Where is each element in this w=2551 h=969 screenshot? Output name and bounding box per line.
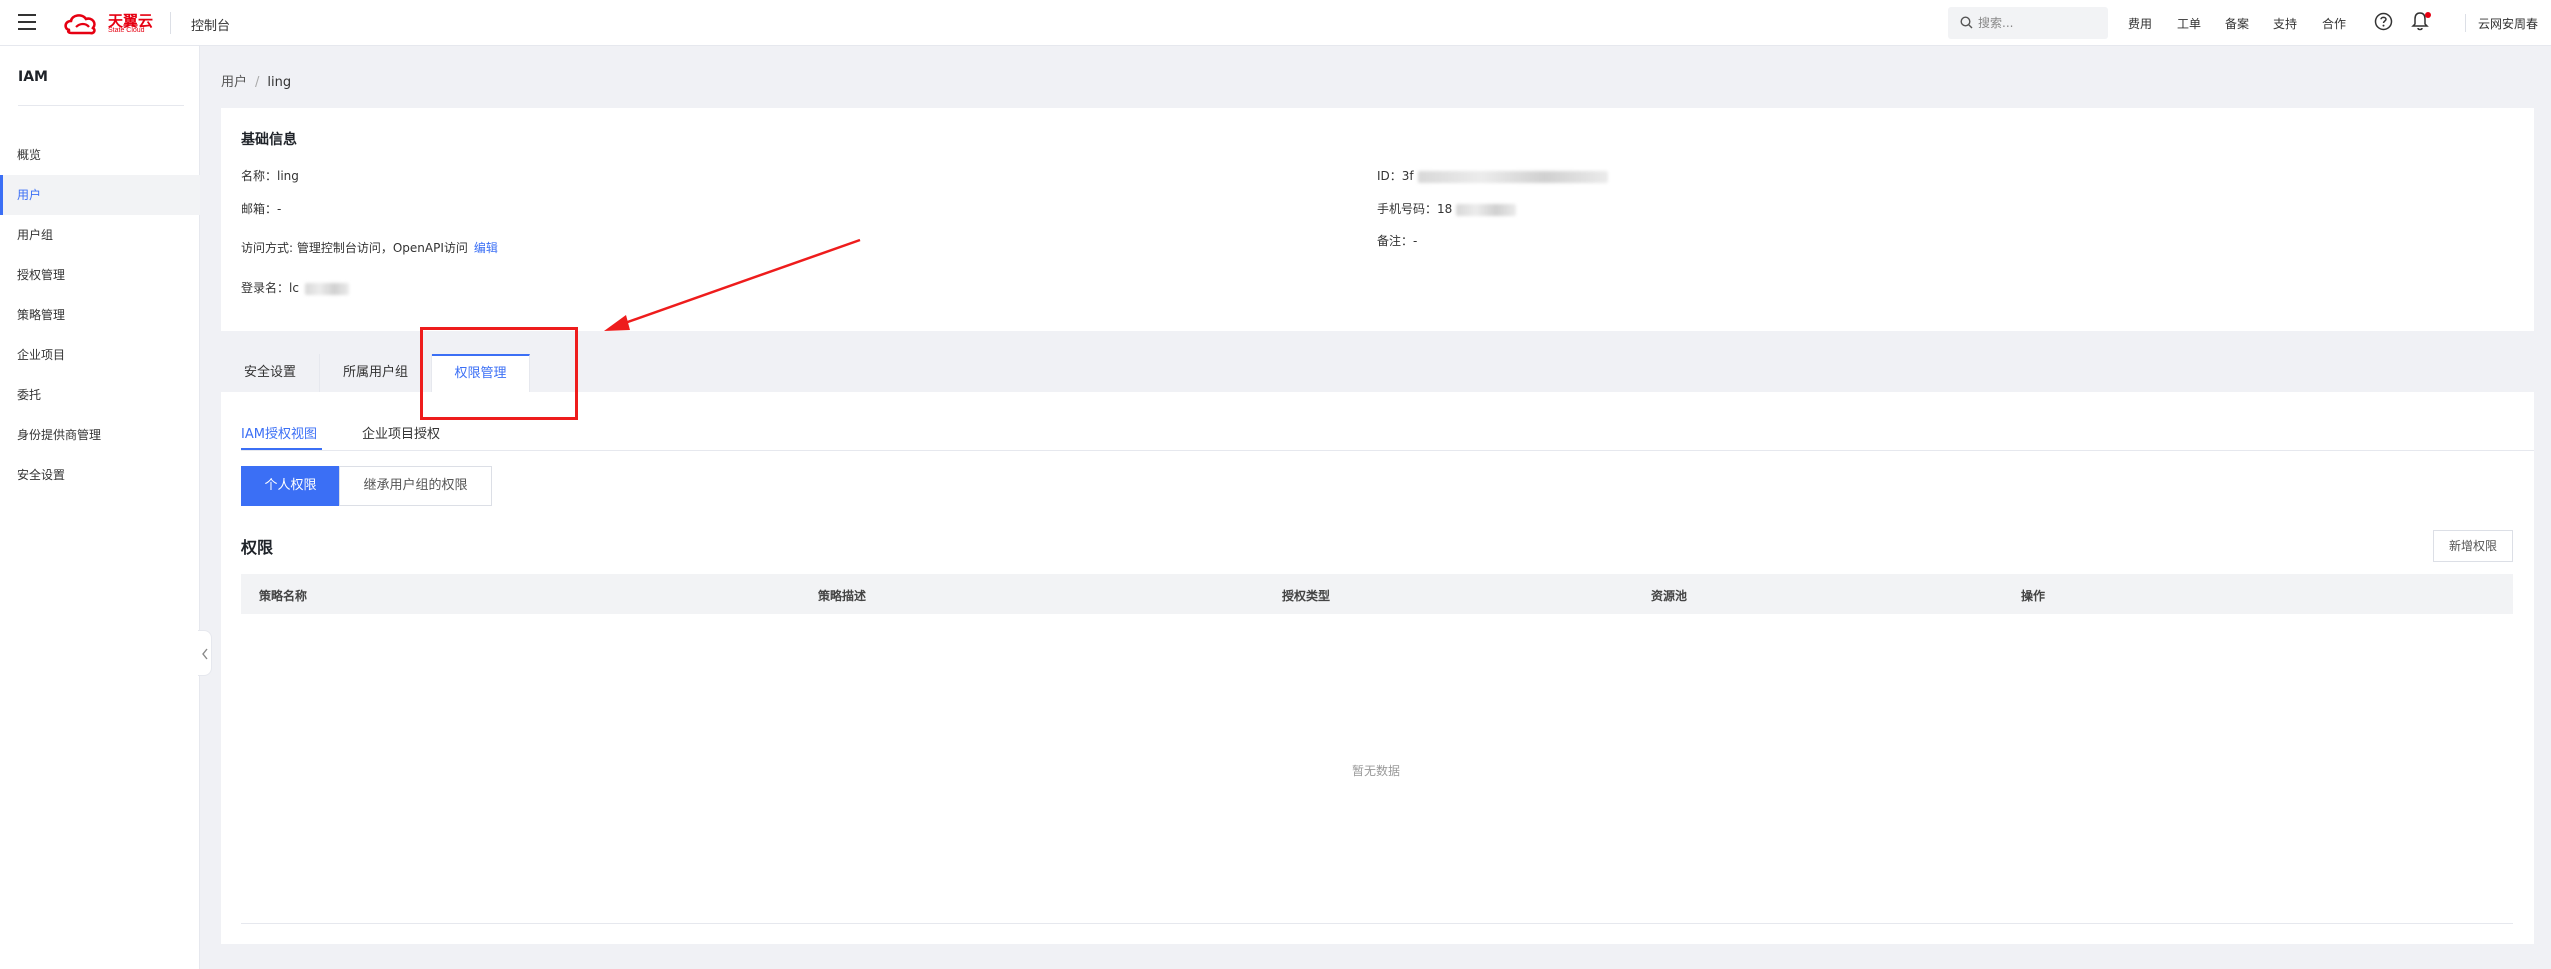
breadcrumb: 用户 / ling [221, 71, 291, 90]
sidebar-item-user-groups[interactable]: 用户组 [0, 215, 200, 255]
info-login: 登录名：lc [241, 279, 349, 296]
breadcrumb-separator: / [255, 75, 260, 90]
info-name-value: 名称：ling [241, 169, 299, 183]
nav-partners[interactable]: 合作 [2322, 15, 2346, 32]
sidebar-item-users[interactable]: 用户 [0, 175, 200, 215]
hamburger-menu-icon[interactable] [18, 14, 36, 30]
tab-security-settings[interactable]: 安全设置 [221, 354, 320, 392]
column-header-policy-name: 策略名称 [259, 589, 308, 603]
nav-support[interactable]: 支持 [2273, 15, 2297, 32]
redacted-mask [1456, 203, 1517, 216]
info-id: ID：3f [1377, 167, 1608, 184]
info-email: 邮箱：- [241, 200, 281, 217]
add-permission-button[interactable]: 新增权限 [2433, 530, 2513, 562]
notification-dot [2425, 12, 2431, 18]
info-phone-value: 手机号码：18 [1377, 202, 1453, 216]
info-id-value: ID：3f [1377, 169, 1414, 183]
redacted-mask [304, 282, 349, 295]
permissions-section-title: 权限 [241, 538, 274, 557]
column-header-authorization-type: 授权类型 [1282, 589, 1331, 603]
help-icon[interactable] [2374, 12, 2393, 31]
subtab-enterprise-project-authorization[interactable]: 企业项目授权 [362, 423, 440, 442]
user-account-menu[interactable]: 云网安周春 [2478, 15, 2538, 32]
breadcrumb-users-link[interactable]: 用户 [221, 75, 247, 90]
sidebar: IAM 概览 用户 用户组 授权管理 策略管理 企业项目 委托 身份提供商管理 … [0, 46, 200, 969]
breadcrumb-current: ling [267, 75, 292, 90]
inherited-group-permissions-button[interactable]: 继承用户组的权限 [339, 466, 492, 506]
divider [241, 450, 2534, 451]
tab-user-groups[interactable]: 所属用户组 [320, 354, 432, 392]
sidebar-item-identity-providers[interactable]: 身份提供商管理 [0, 415, 200, 455]
sidebar-item-security-settings[interactable]: 安全设置 [0, 455, 200, 495]
info-email-value: 邮箱：- [241, 202, 282, 216]
column-header-actions: 操作 [2021, 589, 2046, 603]
sidebar-item-policies[interactable]: 策略管理 [0, 295, 200, 335]
active-subtab-indicator [241, 448, 322, 450]
subtab-iam-authorization-view[interactable]: IAM授权视图 [241, 423, 317, 442]
divider [170, 12, 171, 34]
info-phone: 手机号码：18 [1377, 200, 1517, 217]
nav-filing[interactable]: 备案 [2225, 15, 2249, 32]
info-access-value: 访问方式: 管理控制台访问，OpenAPI访问 [241, 241, 468, 255]
search-box[interactable] [1948, 7, 2108, 39]
column-header-resource-pool: 资源池 [1651, 589, 1688, 603]
divider [2465, 14, 2466, 32]
sidebar-collapse-handle[interactable] [198, 630, 212, 676]
top-bar: 天翼云 State Cloud 控制台 费用 工单 备案 支持 合作 云网安周春 [0, 0, 2551, 46]
info-remark-value: 备注：- [1377, 234, 1418, 248]
divider [18, 105, 184, 106]
personal-permissions-button[interactable]: 个人权限 [241, 466, 340, 506]
console-link[interactable]: 控制台 [191, 15, 230, 34]
info-remark: 备注：- [1377, 232, 1417, 249]
info-access: 访问方式: 管理控制台访问，OpenAPI访问 编辑 [241, 239, 498, 256]
sidebar-item-enterprise-projects[interactable]: 企业项目 [0, 335, 200, 375]
sidebar-item-overview[interactable]: 概览 [0, 135, 200, 175]
column-header-policy-description: 策略描述 [818, 589, 867, 603]
info-login-value: 登录名：lc [241, 281, 299, 295]
logo-subtext: State Cloud [108, 27, 145, 34]
sidebar-item-authorization[interactable]: 授权管理 [0, 255, 200, 295]
redacted-mask [1417, 170, 1608, 183]
permission-panel: IAM授权视图 企业项目授权 个人权限 继承用户组的权限 权限 新增权限 策略名… [221, 392, 2534, 944]
search-icon [1960, 16, 1973, 29]
nav-tickets[interactable]: 工单 [2177, 15, 2201, 32]
basic-info-title: 基础信息 [241, 132, 297, 148]
search-input[interactable] [1976, 13, 2101, 33]
chevron-left-icon [202, 648, 208, 660]
divider [241, 923, 2513, 924]
sidebar-item-delegation[interactable]: 委托 [0, 375, 200, 415]
edit-access-link[interactable]: 编辑 [474, 241, 498, 255]
basic-info-card: 基础信息 名称：ling 邮箱：- 访问方式: 管理控制台访问，OpenAPI访… [221, 108, 2534, 331]
annotation-highlight-box [420, 327, 578, 420]
info-name: 名称：ling [241, 167, 299, 184]
table-header: 策略名称 策略描述 授权类型 资源池 操作 [241, 574, 2513, 614]
nav-fees[interactable]: 费用 [2128, 15, 2152, 32]
sidebar-title: IAM [18, 69, 48, 85]
empty-state-text: 暂无数据 [1352, 764, 1401, 778]
